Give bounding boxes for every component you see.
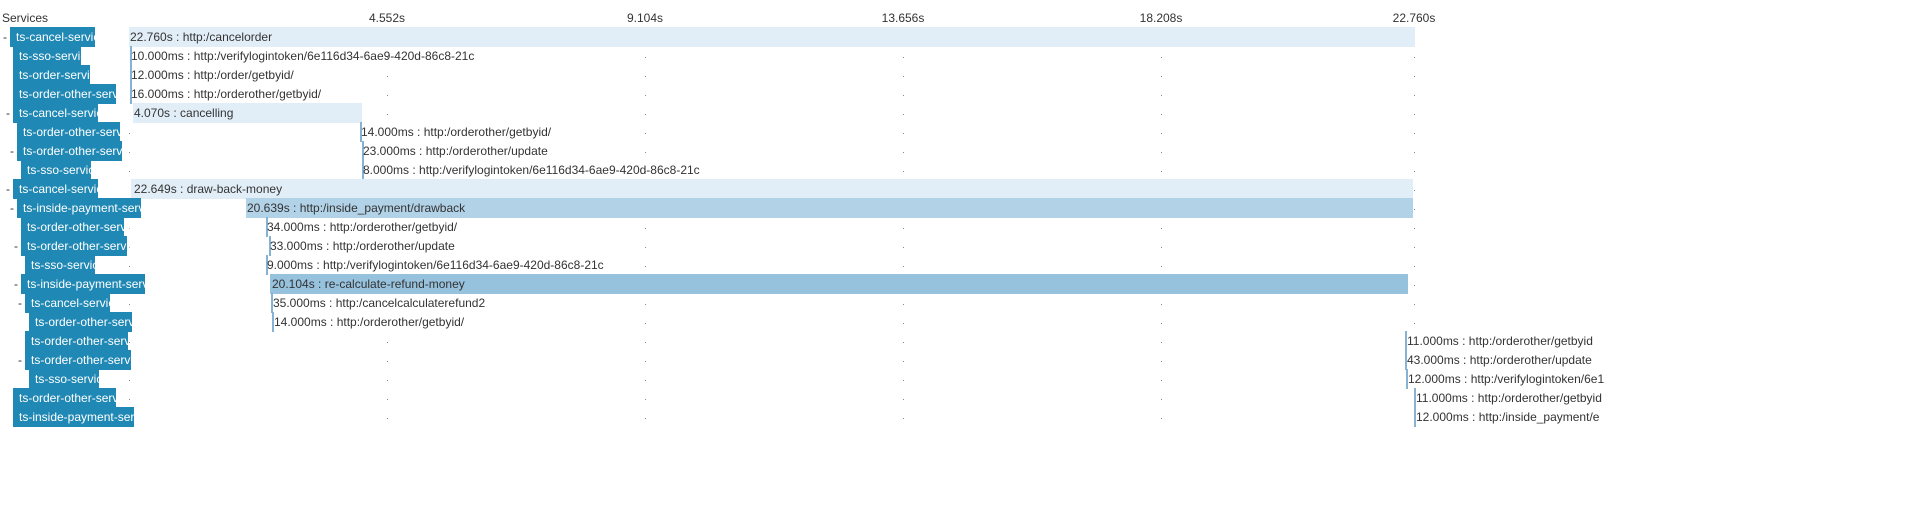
service-name[interactable]: ts-order-other-service <box>21 236 142 256</box>
span-label: 22.760s : http:/cancelorder <box>130 30 273 44</box>
span-label: 43.000ms : http:/orderother/update <box>1407 353 1592 367</box>
span-label: 14.000ms : http:/orderother/getbyid/ <box>361 125 552 139</box>
time-tick-label: 4.552s <box>368 11 406 25</box>
span-label: 33.000ms : http:/orderother/update <box>270 239 455 253</box>
span-label: 16.000ms : http:/orderother/getbyid/ <box>131 87 322 101</box>
service-name[interactable]: ts-sso-service <box>25 255 105 275</box>
span-label: 14.000ms : http:/orderother/getbyid/ <box>274 315 465 329</box>
service-name[interactable]: ts-sso-service <box>29 369 109 389</box>
service-name[interactable]: ts-cancel-service <box>25 293 121 313</box>
span-label: 23.000ms : http:/orderother/update <box>363 144 548 158</box>
collapse-toggle[interactable]: - <box>16 352 24 368</box>
span-label: 11.000ms : http:/orderother/getbyid <box>1407 334 1593 348</box>
span-label: 8.000ms : http:/verifylogintoken/6e116d3… <box>363 163 700 177</box>
span-row[interactable]: ts-inside-payment-service 12.000ms : htt… <box>0 406 1916 429</box>
span-label: 4.070s : cancelling <box>134 106 234 120</box>
span-label: 11.000ms : http:/orderother/getbyid <box>1416 391 1602 405</box>
service-name[interactable]: ts-cancel-service <box>13 179 109 199</box>
service-name[interactable]: ts-inside-payment-service <box>13 407 156 427</box>
collapse-toggle[interactable]: - <box>4 105 12 121</box>
collapse-toggle[interactable]: - <box>12 276 20 292</box>
span-label: 12.000ms : http:/order/getbyid/ <box>131 68 294 82</box>
service-name[interactable]: ts-order-other-service <box>13 84 134 104</box>
service-name[interactable]: ts-sso-service <box>21 160 101 180</box>
service-name[interactable]: ts-order-other-service <box>17 122 138 142</box>
service-name[interactable]: ts-sso-service <box>13 46 93 66</box>
collapse-toggle[interactable]: - <box>4 181 12 197</box>
service-name[interactable]: ts-cancel-service <box>13 103 109 123</box>
span-label: 34.000ms : http:/orderother/getbyid/ <box>267 220 458 234</box>
service-name[interactable]: ts-inside-payment-service <box>17 198 160 218</box>
service-name[interactable]: ts-order-other-service <box>25 331 146 351</box>
collapse-toggle[interactable]: - <box>12 238 20 254</box>
service-name[interactable]: ts-order-other-service <box>29 312 150 332</box>
span-duration-bar[interactable] <box>129 27 1415 47</box>
collapse-toggle[interactable]: - <box>16 295 24 311</box>
collapse-toggle[interactable]: - <box>8 200 16 216</box>
service-name[interactable]: ts-inside-payment-service <box>21 274 164 294</box>
collapse-toggle[interactable]: - <box>8 143 16 159</box>
span-label: 9.000ms : http:/verifylogintoken/6e116d3… <box>267 258 604 272</box>
time-tick-label: 9.104s <box>626 11 664 25</box>
span-label: 10.000ms : http:/verifylogintoken/6e116d… <box>131 49 475 63</box>
time-tick-label: 22.760s <box>1392 11 1436 25</box>
service-name[interactable]: ts-cancel-service <box>10 27 106 47</box>
service-name[interactable]: ts-order-service <box>13 65 102 85</box>
timeline-header: Services 4.552s 9.104s 13.656s 18.208s 2… <box>0 0 1916 25</box>
service-name[interactable]: ts-order-other-service <box>13 388 134 408</box>
span-label: 20.639s : http:/inside_payment/drawback <box>247 201 466 215</box>
span-label: 12.000ms : http:/inside_payment/e <box>1416 410 1600 424</box>
span-label: 35.000ms : http:/cancelcalculaterefund2 <box>273 296 486 310</box>
span-duration-bar[interactable] <box>131 179 1413 199</box>
collapse-toggle[interactable]: - <box>1 29 9 45</box>
service-name[interactable]: ts-order-other-service <box>25 350 146 370</box>
services-column-header: Services <box>2 11 49 25</box>
service-name[interactable]: ts-order-other-service <box>21 217 142 237</box>
time-tick-label: 18.208s <box>1139 11 1183 25</box>
span-label: 12.000ms : http:/verifylogintoken/6e1 <box>1408 372 1605 386</box>
time-tick-label: 13.656s <box>881 11 925 25</box>
span-label: 22.649s : draw-back-money <box>134 182 283 196</box>
span-label: 20.104s : re-calculate-refund-money <box>272 277 465 291</box>
service-name[interactable]: ts-order-other-service <box>17 141 138 161</box>
